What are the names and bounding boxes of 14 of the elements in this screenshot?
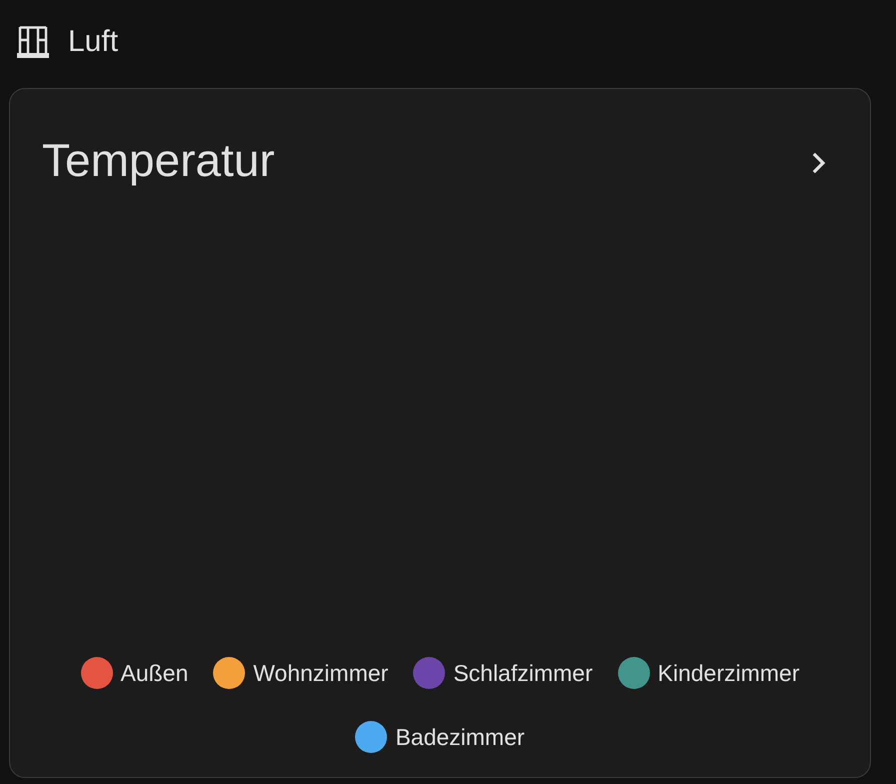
legend-label[interactable]: Kinderzimmer xyxy=(658,659,800,687)
legend-label[interactable]: Schlafzimmer xyxy=(453,659,593,687)
window-icon xyxy=(17,26,49,58)
card-title: Temperatur xyxy=(42,133,275,187)
legend-label[interactable]: Badezimmer xyxy=(395,723,525,751)
color-dot-icon[interactable] xyxy=(213,657,246,689)
chevron-right-icon[interactable] xyxy=(812,152,826,174)
legend-label[interactable]: Wohnzimmer xyxy=(253,659,388,687)
color-dot-icon[interactable] xyxy=(355,721,388,753)
legend-label[interactable]: Außen xyxy=(120,659,188,687)
section-title: Luft xyxy=(68,24,118,60)
color-dot-icon[interactable] xyxy=(413,657,446,689)
color-dot-icon[interactable] xyxy=(80,657,112,689)
color-dot-icon[interactable] xyxy=(618,657,650,689)
